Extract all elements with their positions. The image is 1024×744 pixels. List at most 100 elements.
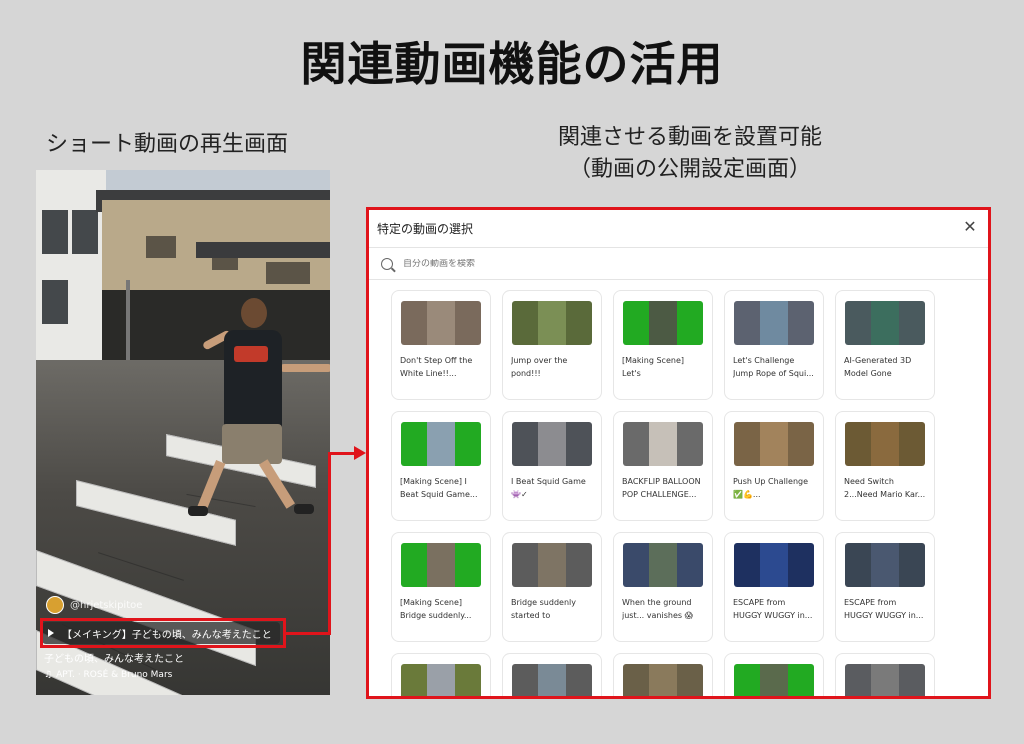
dialog-header: 特定の動画の選択 ✕	[369, 210, 988, 246]
person-shoe	[294, 504, 314, 514]
video-title: Don't Step Off the White Line!!...	[400, 356, 473, 378]
video-window	[42, 280, 68, 324]
video-title: Let's Challenge Jump Rope of Squi...	[733, 356, 814, 378]
close-icon[interactable]: ✕	[960, 217, 980, 237]
short-video-player[interactable]: @hrjetskipitoe 【メイキング】子どもの頃、みんな考えたこと 子ども…	[36, 170, 330, 695]
video-thumbnail	[734, 664, 814, 696]
video-caption: 子どもの頃、みんな考えたこと	[44, 654, 184, 665]
video-card[interactable]: [Making Scene] Bridge suddenly...	[391, 532, 491, 642]
thumbnail-frame	[871, 664, 899, 696]
video-title: [Making Scene] Let's Challenge Jump...	[622, 356, 684, 378]
thumbnail-frame	[427, 301, 455, 345]
video-thumbnail	[401, 664, 481, 696]
thumbnail-frame	[649, 664, 677, 696]
video-thumbnail	[734, 422, 814, 466]
thumbnail-frame	[760, 301, 788, 345]
person-arm	[280, 364, 330, 372]
video-card[interactable]: Jump over the pond!!! #squidgame	[502, 290, 602, 400]
video-card[interactable]: [Making Scene] I Beat Squid Game...	[391, 411, 491, 521]
video-thumbnail	[623, 664, 703, 696]
video-thumbnail	[845, 422, 925, 466]
right-caption-line2: （動画の公開設定画面）	[568, 157, 811, 182]
video-card[interactable]	[724, 653, 824, 696]
video-thumbnail	[512, 422, 592, 466]
video-thumbnail	[401, 301, 481, 345]
video-card[interactable]: Push Up Challenge ✅💪...	[724, 411, 824, 521]
thumbnail-frame	[427, 664, 455, 696]
video-window	[146, 236, 176, 258]
channel-name[interactable]: @hrjetskipitoe	[70, 600, 142, 611]
video-card[interactable]	[502, 653, 602, 696]
video-thumbnail	[401, 422, 481, 466]
video-card[interactable]	[613, 653, 713, 696]
connector-line	[328, 452, 331, 635]
thumbnail-frame	[871, 543, 899, 587]
left-caption: ショート動画の再生画面	[46, 132, 289, 157]
thumbnail-frame	[427, 422, 455, 466]
video-thumbnail	[623, 422, 703, 466]
video-thumbnail	[401, 543, 481, 587]
video-thumbnail	[734, 301, 814, 345]
video-title: ESCAPE from HUGGY WUGGY in...	[733, 598, 813, 620]
dialog-title: 特定の動画の選択	[377, 221, 474, 236]
thumbnail-frame	[538, 543, 566, 587]
video-card[interactable]: Need Switch 2...Need Mario Kar...	[835, 411, 935, 521]
thumbnail-frame	[649, 543, 677, 587]
thumbnail-frame	[871, 422, 899, 466]
person-head	[241, 298, 267, 328]
connector-line	[328, 452, 356, 455]
channel-row[interactable]: @hrjetskipitoe	[46, 596, 142, 614]
person-shoe	[188, 506, 208, 516]
channel-avatar[interactable]	[46, 596, 64, 614]
video-card[interactable]: I Beat Squid Game 👾✓	[502, 411, 602, 521]
search-input[interactable]	[403, 258, 703, 269]
video-window	[266, 262, 310, 284]
video-title: ESCAPE from HUGGY WUGGY in...	[844, 598, 924, 620]
music-row[interactable]: ♫ APT. · ROSÉ & Bruno Mars	[44, 670, 172, 680]
video-title: AI-Generated 3D Model Gone Wrong...	[844, 356, 912, 378]
thumbnail-frame	[871, 301, 899, 345]
video-select-dialog: 特定の動画の選択 ✕ Don't Step Off the White Line…	[366, 207, 991, 699]
video-card[interactable]: AI-Generated 3D Model Gone Wrong...	[835, 290, 935, 400]
thumbnail-frame	[760, 422, 788, 466]
video-thumbnail	[845, 301, 925, 345]
video-roof-lower	[196, 242, 330, 258]
video-title: [Making Scene] I Beat Squid Game...	[400, 477, 478, 499]
video-thumbnail	[512, 543, 592, 587]
video-card[interactable]: Bridge suddenly started to collapse...	[502, 532, 602, 642]
video-title: BACKFLIP BALLOON POP CHALLENGE...	[622, 477, 701, 499]
video-title: I Beat Squid Game 👾✓	[511, 477, 586, 499]
video-card[interactable]: [Making Scene] Let's Challenge Jump...	[613, 290, 713, 400]
person-body	[224, 330, 282, 430]
thumbnail-frame	[427, 543, 455, 587]
video-card[interactable]: When the ground just... vanishes 😱	[613, 532, 713, 642]
arrow-right-icon	[354, 446, 366, 460]
page-title: 関連動画機能の活用	[300, 37, 724, 91]
video-title: Need Switch 2...Need Mario Kar...	[844, 477, 926, 499]
video-card[interactable]: Don't Step Off the White Line!!...	[391, 290, 491, 400]
video-card[interactable]: ESCAPE from HUGGY WUGGY in...	[835, 532, 935, 642]
video-card[interactable]	[391, 653, 491, 696]
video-storefront	[102, 290, 330, 362]
video-title: Jump over the pond!!! #squidgame	[511, 356, 568, 378]
video-thumbnail	[623, 543, 703, 587]
video-thumbnail	[512, 664, 592, 696]
shirt-logo	[234, 346, 268, 362]
video-thumbnail	[845, 543, 925, 587]
thumbnail-frame	[760, 543, 788, 587]
thumbnail-frame	[538, 422, 566, 466]
video-card[interactable]: BACKFLIP BALLOON POP CHALLENGE...	[613, 411, 713, 521]
right-caption: 関連させる動画を設置可能 （動画の公開設定画面）	[500, 122, 880, 186]
video-card[interactable]: Let's Challenge Jump Rope of Squi...	[724, 290, 824, 400]
video-grid: Don't Step Off the White Line!!... Jump o…	[391, 290, 935, 696]
video-title: Push Up Challenge ✅💪...	[733, 477, 809, 499]
thumbnail-frame	[760, 664, 788, 696]
thumbnail-frame	[538, 301, 566, 345]
person-shorts	[222, 424, 282, 464]
thumbnail-frame	[649, 301, 677, 345]
video-thumbnail	[512, 301, 592, 345]
video-thumbnail	[734, 543, 814, 587]
video-card[interactable]: ESCAPE from HUGGY WUGGY in...	[724, 532, 824, 642]
search-bar[interactable]	[369, 248, 988, 280]
video-card[interactable]	[835, 653, 935, 696]
